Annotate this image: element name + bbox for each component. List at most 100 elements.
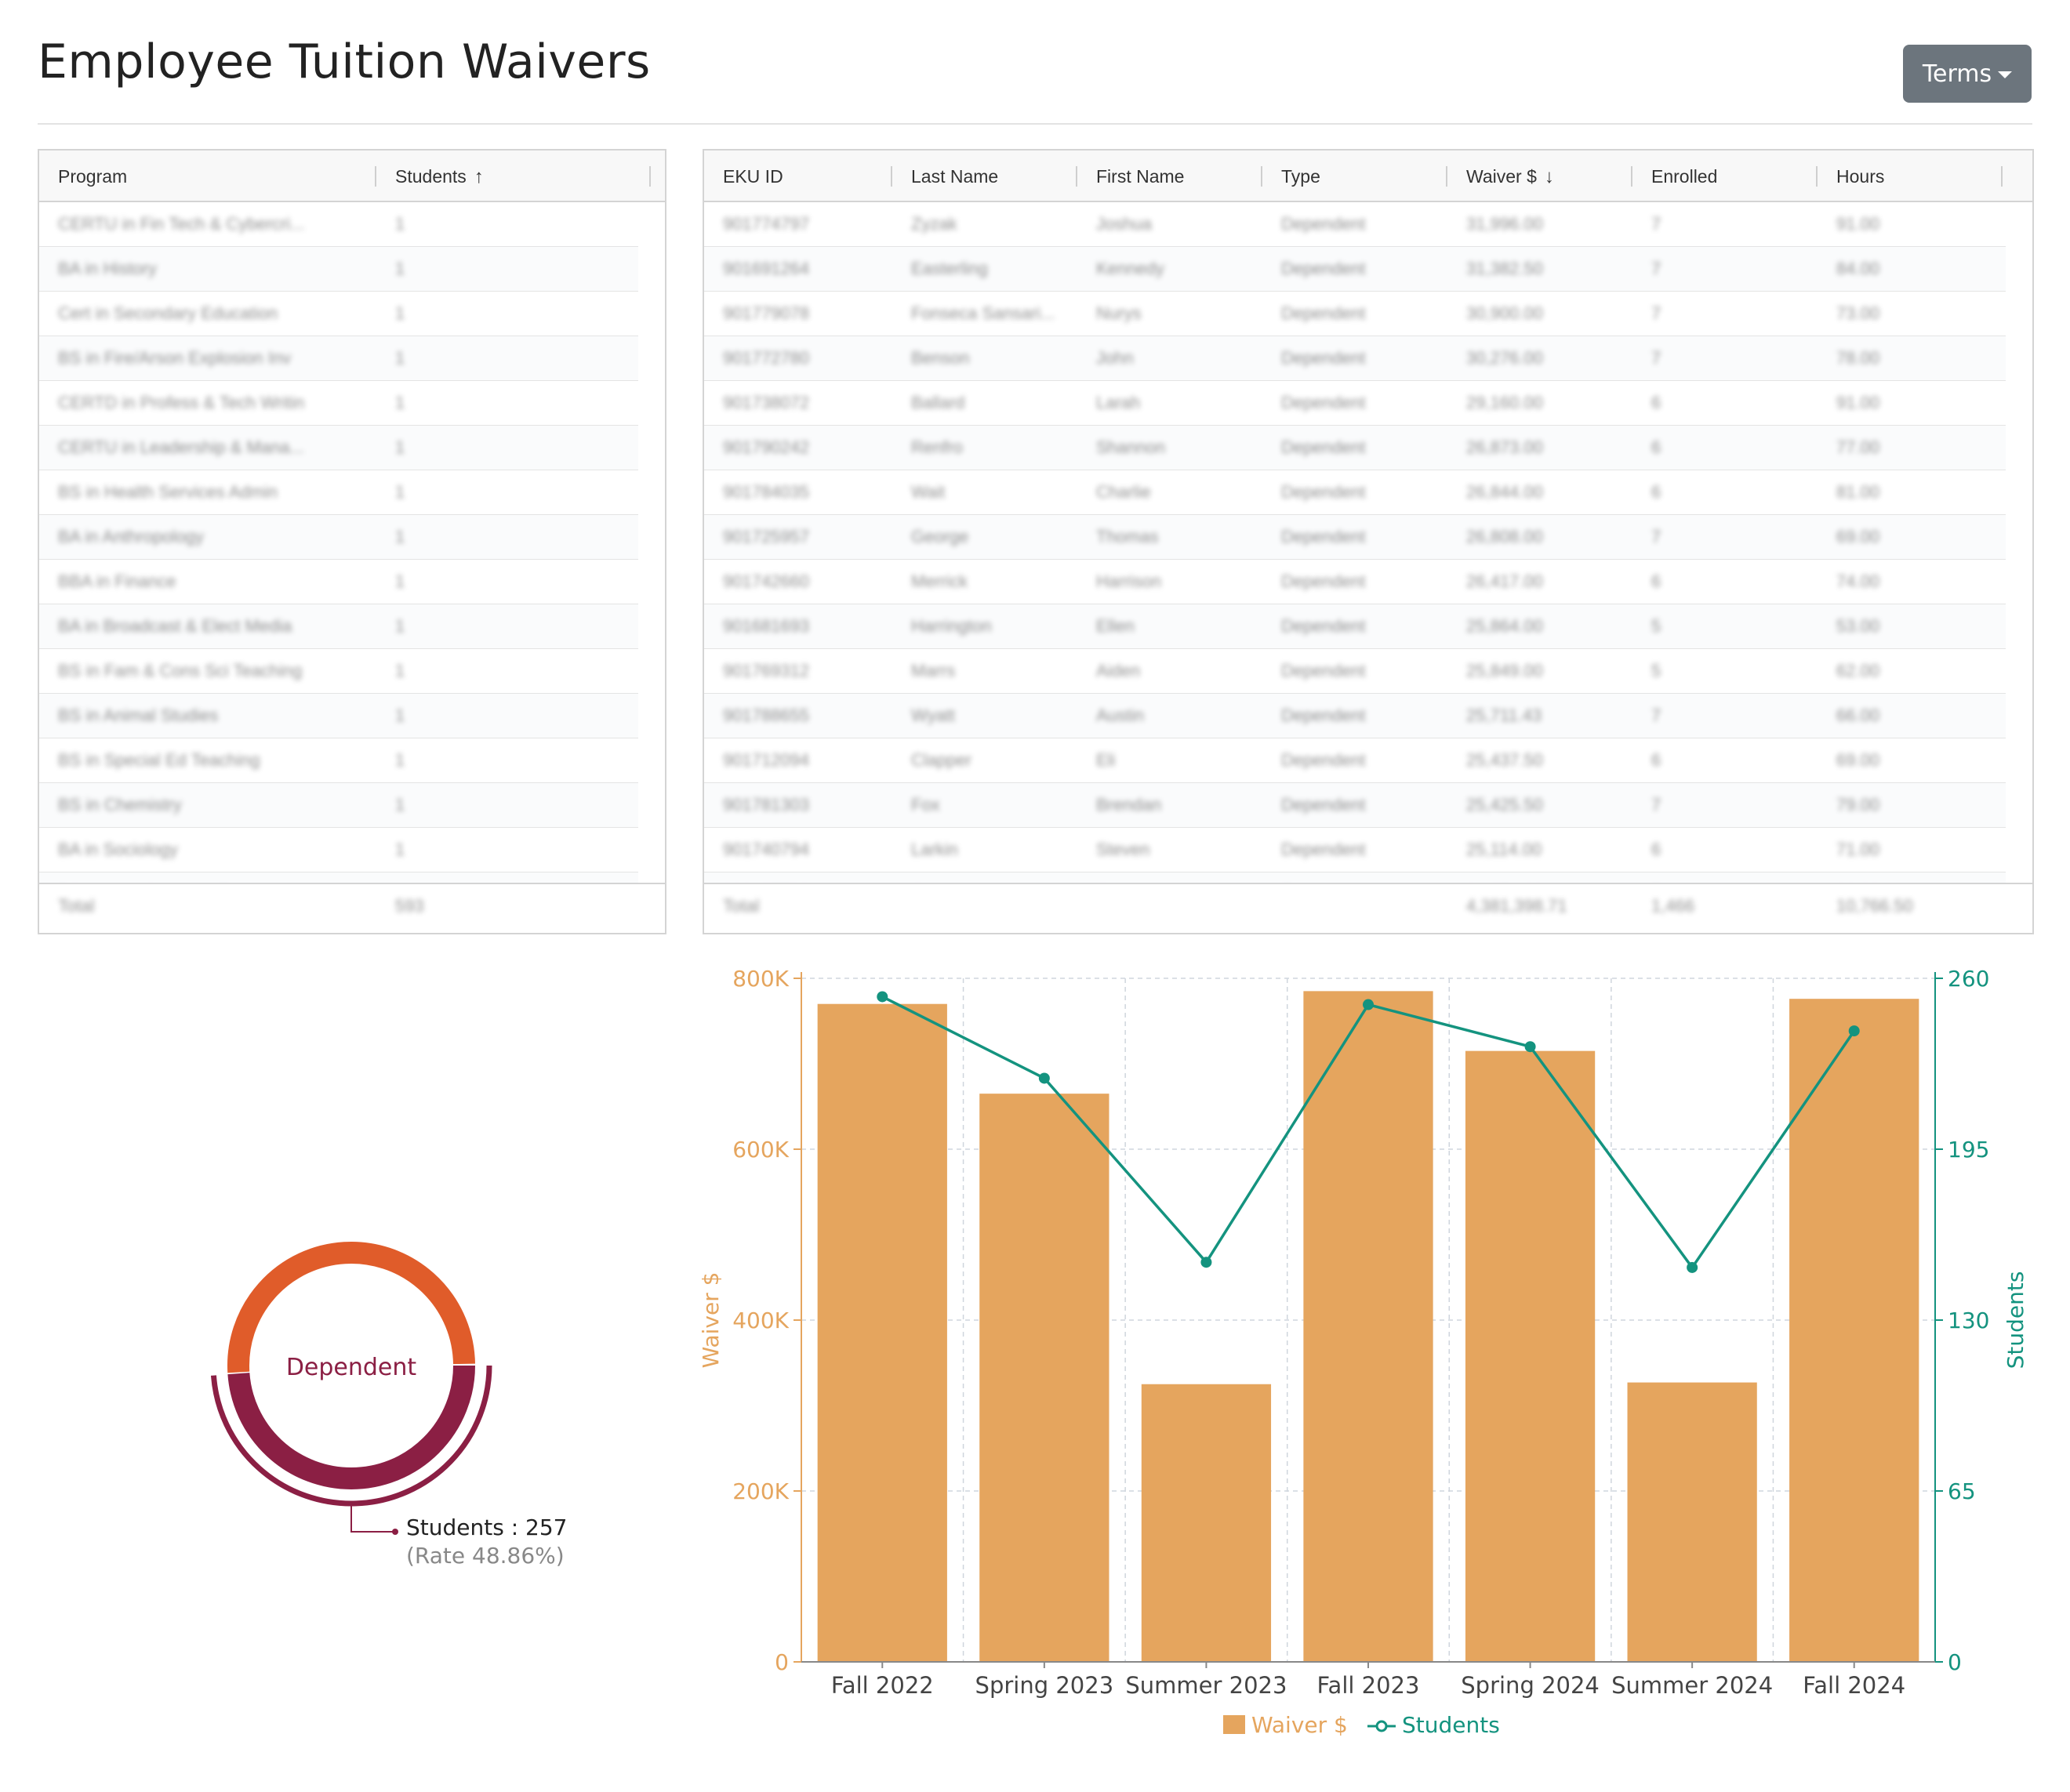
- cell-students: 1: [395, 437, 405, 457]
- student-table-footer: Total 4,381,398.71 1,466 10,766.50: [704, 883, 2032, 928]
- cell-type: Dependent: [1281, 661, 1366, 680]
- table-row[interactable]: 901774797 Zyzak Joshua Dependent 31,996.00 7 9…: [704, 202, 2006, 247]
- cell-type: Dependent: [1281, 795, 1366, 814]
- point-students[interactable]: [877, 991, 888, 1003]
- table-row[interactable]: 901779078 Fonseca Sansari... Nurys Dependen…: [704, 292, 2006, 336]
- table-row[interactable]: BA in Sociology 1: [39, 828, 638, 872]
- table-row[interactable]: BS in Manufacturing Engineerin1: [39, 872, 638, 883]
- cell-waiver: 26,417.00: [1466, 571, 1543, 591]
- cell-first-name: Crystal: [1077, 872, 1262, 883]
- table-row[interactable]: BS in Fam & Cons Sci Teaching 1: [39, 649, 638, 694]
- table-row[interactable]: 901691264 Easterling Kennedy Dependent 31,38…: [704, 247, 2006, 292]
- cell-waiver: 25,711.43: [1466, 706, 1542, 725]
- donut-tooltip-students: Students : 257: [406, 1514, 568, 1540]
- cell-enrolled: 6: [1651, 482, 1661, 502]
- table-row[interactable]: BS in Special Ed Teaching 1: [39, 738, 638, 783]
- footer-total-label: Total: [58, 896, 95, 916]
- cell-enrolled: 7: [1651, 795, 1661, 814]
- table-row[interactable]: BBA in Finance 1: [39, 560, 638, 604]
- point-students[interactable]: [1038, 1072, 1050, 1084]
- cell-first-name: Steven: [1096, 840, 1150, 859]
- table-row[interactable]: CERTU in Fin Tech & Cybercri... 1: [39, 202, 638, 247]
- point-students[interactable]: [1687, 1261, 1698, 1273]
- donut-tooltip-dot: [392, 1529, 398, 1535]
- column-header-label: Last Name: [911, 166, 999, 187]
- column-header-program[interactable]: Program: [39, 151, 376, 201]
- cell-eku-id: 900487708: [704, 872, 892, 883]
- cell-eku-id: 901691264: [723, 259, 810, 278]
- cell-eku-id: 901772780: [723, 348, 810, 368]
- cell-enrolled: 7: [1651, 259, 1661, 278]
- column-header-eku-id[interactable]: EKU ID: [704, 151, 892, 201]
- table-row[interactable]: 901772780 Benson John Dependent 30,276.00 7 78…: [704, 336, 2006, 381]
- cell-hours: 69.00: [1836, 527, 1880, 546]
- legend-label-waiver[interactable]: Waiver $: [1251, 1712, 1348, 1738]
- cell-students: 1: [395, 348, 405, 368]
- bar-waiver[interactable]: [1303, 991, 1433, 1662]
- bar-waiver[interactable]: [979, 1094, 1109, 1662]
- table-row[interactable]: 901781303 Fox Brendan Dependent 25,425.50 7 79…: [704, 783, 2006, 828]
- bar-waiver[interactable]: [1465, 1050, 1596, 1662]
- y-axis-title: Waiver $: [698, 1272, 724, 1369]
- table-row[interactable]: 901681693 Harrington Ellen Dependent 25,864.…: [704, 604, 2006, 649]
- cell-type: Dependent: [1281, 706, 1366, 725]
- cell-first-name: Eli: [1096, 750, 1116, 770]
- cell-eku-id: 901742660: [723, 571, 810, 591]
- cell-enrolled: 7: [1651, 706, 1661, 725]
- point-students[interactable]: [1200, 1257, 1212, 1268]
- table-row[interactable]: 900487708CatronCrystalEmployee24,974.007…: [704, 872, 2006, 883]
- table-row[interactable]: 901769312 Marrs Aiden Dependent 25,849.00 5 62…: [704, 649, 2006, 694]
- bar-waiver[interactable]: [817, 1003, 947, 1662]
- caret-down-icon: [1998, 71, 2013, 78]
- column-header-waiver[interactable]: Waiver $ ↓: [1447, 151, 1632, 201]
- footer-eku-id: Total: [723, 896, 760, 916]
- table-row[interactable]: BA in Anthropology 1: [39, 515, 638, 560]
- cell-program: BS in Health Services Admin: [58, 482, 278, 502]
- bar-waiver[interactable]: [1141, 1384, 1272, 1662]
- table-row[interactable]: BS in Animal Studies 1: [39, 694, 638, 738]
- table-row[interactable]: CERTD in Profess & Tech Writin 1: [39, 381, 638, 426]
- table-row[interactable]: BA in History 1: [39, 247, 638, 292]
- cell-waiver: 26,808.00: [1466, 527, 1543, 546]
- table-row[interactable]: BS in Health Services Admin 1: [39, 470, 638, 515]
- bar-waiver[interactable]: [1627, 1382, 1757, 1662]
- table-row[interactable]: 901725957 George Thomas Dependent 26,808.00 7…: [704, 515, 2006, 560]
- column-header-hours[interactable]: Hours: [1818, 151, 2003, 201]
- table-row[interactable]: BA in Broadcast & Elect Media 1: [39, 604, 638, 649]
- table-row[interactable]: BS in Chemistry 1: [39, 783, 638, 828]
- table-row[interactable]: 901742660 Merrick Harrison Dependent 26,417.…: [704, 560, 2006, 604]
- table-row[interactable]: 901788655 Wyatt Austin Dependent 25,711.43 7 6…: [704, 694, 2006, 738]
- cell-eku-id: 901790242: [723, 437, 810, 457]
- table-row[interactable]: 901738072 Ballard Larah Dependent 29,160.00 6…: [704, 381, 2006, 426]
- table-row[interactable]: 901790242 Renfro Shannon Dependent 26,873.00…: [704, 426, 2006, 470]
- column-header-enrolled[interactable]: Enrolled: [1632, 151, 1818, 201]
- y2-tick-label: 65: [1948, 1478, 1976, 1504]
- cell-eku-id: 901781303: [723, 795, 810, 814]
- column-header-type[interactable]: Type: [1262, 151, 1447, 201]
- column-header-students[interactable]: Students ↑: [376, 151, 665, 201]
- terms-dropdown-button[interactable]: Terms: [1903, 45, 2032, 103]
- column-header-first-name[interactable]: First Name: [1077, 151, 1262, 201]
- cell-type: Dependent: [1281, 393, 1366, 412]
- cell-program: BS in Special Ed Teaching: [58, 750, 260, 770]
- table-row[interactable]: 901712094 Clapper Eli Dependent 25,437.50 6 69…: [704, 738, 2006, 783]
- table-row[interactable]: CERTU in Leadership & Mana... 1: [39, 426, 638, 470]
- header-divider: [38, 123, 2032, 125]
- point-students[interactable]: [1848, 1025, 1860, 1037]
- x-tick-label: Fall 2022: [831, 1672, 934, 1699]
- cell-hours: 77.00: [1836, 437, 1880, 457]
- cell-program: BA in Anthropology: [58, 527, 204, 546]
- cell-waiver: 31,382.50: [1466, 259, 1543, 278]
- point-students[interactable]: [1363, 999, 1374, 1010]
- cell-waiver: 25,864.00: [1466, 616, 1543, 636]
- point-students[interactable]: [1524, 1041, 1536, 1053]
- table-row[interactable]: 901740794 Larkin Steven Dependent 25,114.00 6…: [704, 828, 2006, 872]
- column-header-last-name[interactable]: Last Name: [892, 151, 1077, 201]
- legend-label-students[interactable]: Students: [1402, 1712, 1500, 1738]
- column-header-label: Hours: [1836, 166, 1885, 187]
- table-row[interactable]: BS in Fire/Arson Explosion Inv 1: [39, 336, 638, 381]
- table-row[interactable]: 901784035 Wait Charlie Dependent 26,844.00 6 8…: [704, 470, 2006, 515]
- cell-enrolled: 5: [1651, 616, 1661, 636]
- table-row[interactable]: Cert in Secondary Education 1: [39, 292, 638, 336]
- legend-swatch-students-dot: [1375, 1720, 1388, 1732]
